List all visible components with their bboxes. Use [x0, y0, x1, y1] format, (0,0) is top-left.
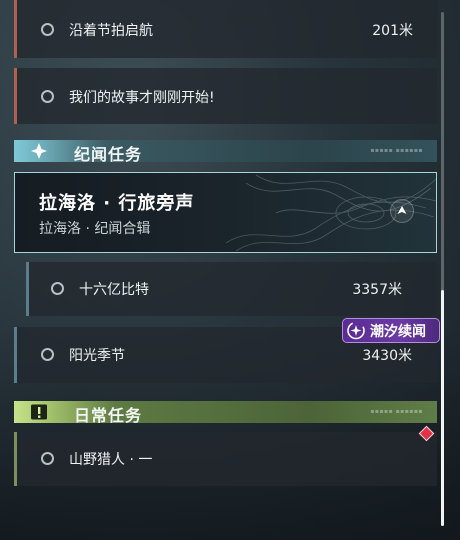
quest-distance: 201米	[372, 23, 413, 39]
quest-accent-strip	[14, 68, 17, 124]
category-deco-text: ▪▪▪▪▪ ▪▪▪▪▪▪	[370, 408, 423, 415]
quest-status-circle-icon	[41, 348, 54, 361]
quest-status-circle-icon	[41, 452, 54, 465]
category-title: 日常任务	[74, 406, 143, 425]
quest-item[interactable]: 沿着节拍启航 201米	[14, 0, 437, 58]
event-badge[interactable]: 潮汐续闻	[342, 318, 440, 343]
featured-quest-card[interactable]: 拉海洛 · 行旅旁声 拉海洛 · 纪闻合辑	[14, 172, 437, 253]
quest-title: 十六亿比特	[79, 282, 149, 298]
quest-title: 沿着节拍启航	[69, 23, 153, 39]
quest-title: 阳光季节	[69, 348, 125, 364]
quest-status-circle-icon	[41, 90, 54, 103]
quest-item[interactable]: 十六亿比特 3357米	[26, 262, 437, 316]
sparkle-icon	[14, 140, 64, 162]
category-deco-text: ▪▪▪▪▪ ▪▪▪▪▪▪	[370, 147, 423, 154]
tide-swirl-icon	[347, 321, 365, 340]
scrollbar-thumb[interactable]	[441, 290, 444, 526]
navigate-button[interactable]	[390, 199, 414, 223]
quest-accent-strip	[14, 432, 17, 486]
quest-title: 我们的故事才刚刚开始!	[69, 90, 215, 106]
quest-status-circle-icon	[51, 282, 64, 295]
quest-accent-strip	[14, 0, 17, 58]
exclamation-box-icon	[14, 401, 64, 423]
category-header-story[interactable]: 纪闻任务 ▪▪▪▪▪ ▪▪▪▪▪▪	[14, 140, 437, 164]
quest-item[interactable]: 我们的故事才刚刚开始!	[14, 68, 437, 124]
featured-quest-subtitle: 拉海洛 · 纪闻合辑	[39, 221, 151, 237]
featured-quest-title: 拉海洛 · 行旅旁声	[39, 193, 195, 214]
category-title: 纪闻任务	[74, 145, 143, 164]
quest-accent-strip	[14, 327, 17, 383]
event-badge-label: 潮汐续闻	[370, 324, 426, 340]
quest-title: 山野猎人 · 一	[69, 452, 153, 468]
quest-accent-strip	[26, 262, 29, 316]
navigation-arrow-icon	[397, 206, 407, 214]
quest-distance: 3357米	[352, 282, 402, 298]
quest-item[interactable]: 山野猎人 · 一	[14, 432, 437, 486]
category-header-daily[interactable]: 日常任务 ▪▪▪▪▪ ▪▪▪▪▪▪	[14, 401, 437, 425]
quest-distance: 3430米	[362, 348, 412, 364]
quest-status-circle-icon	[41, 23, 54, 36]
